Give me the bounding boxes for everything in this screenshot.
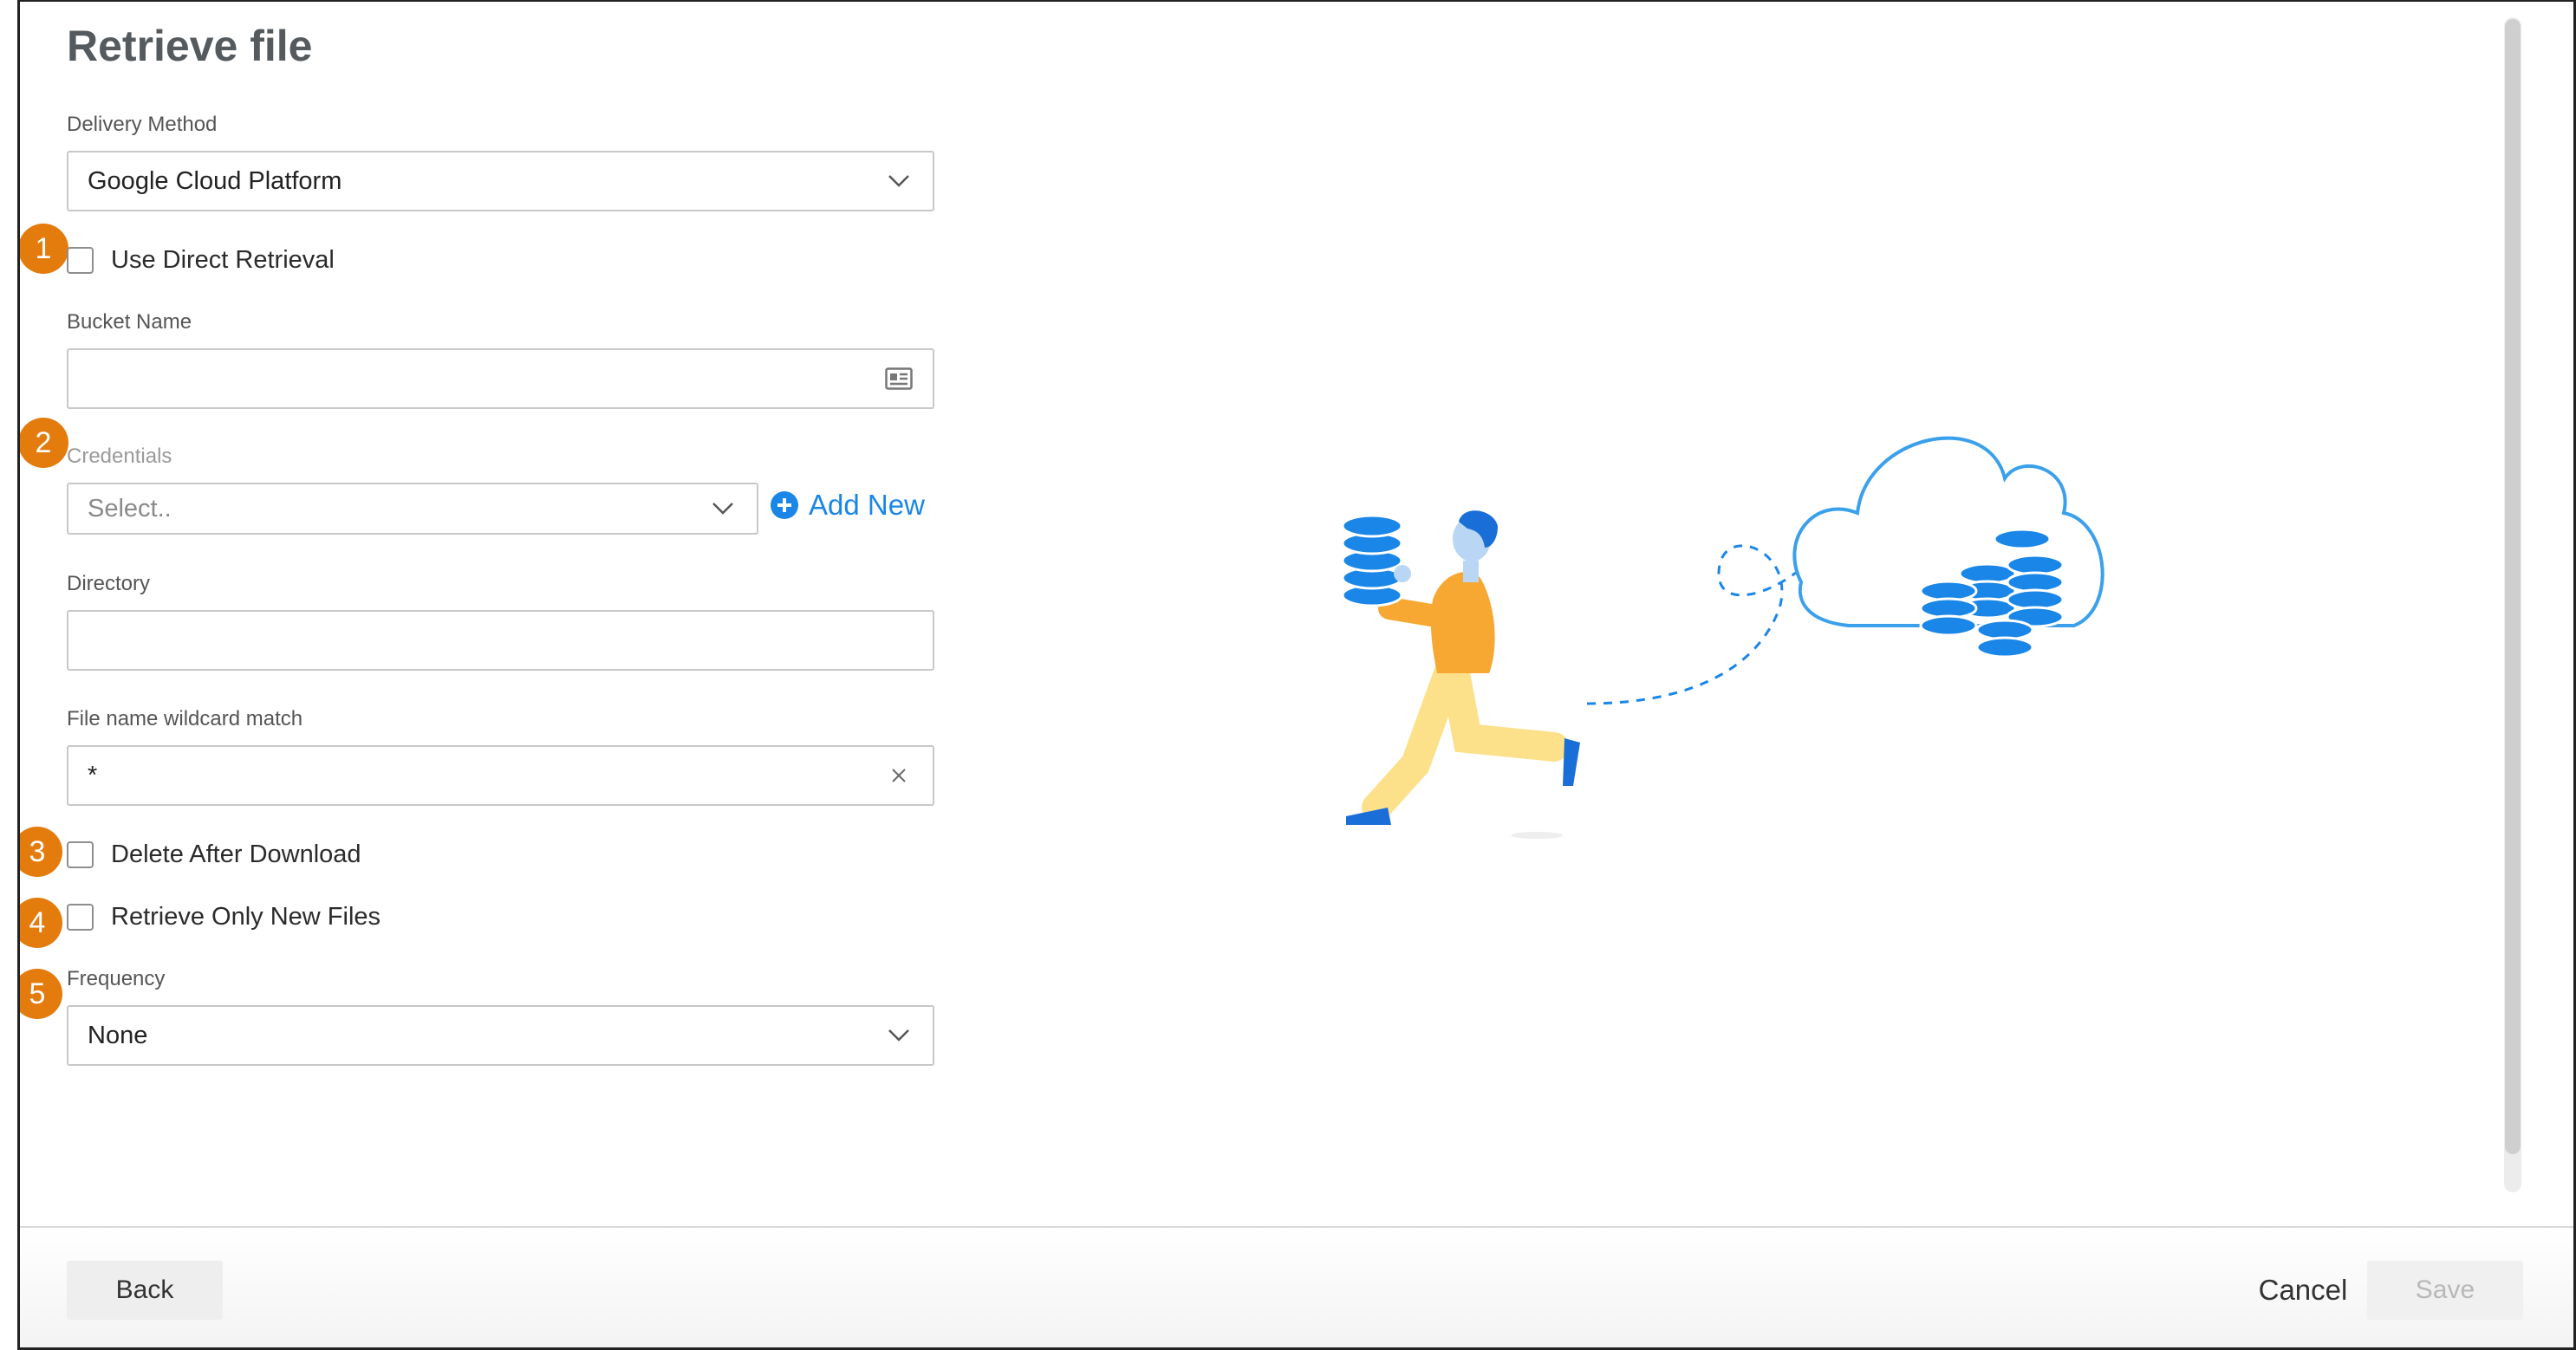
add-new-credentials-button[interactable]: Add New — [771, 489, 925, 522]
delivery-method-select[interactable]: Google Cloud Platform — [67, 151, 934, 211]
chevron-down-icon — [884, 1021, 914, 1050]
file-name-wildcard-input[interactable]: * — [67, 745, 934, 806]
callout-marker-2: 2 — [20, 418, 68, 468]
scrollbar-thumb[interactable] — [2505, 19, 2521, 1154]
frequency-value: None — [88, 1021, 148, 1049]
back-button[interactable]: Back — [67, 1261, 223, 1320]
retrieve-only-new-files-row[interactable]: Retrieve Only New Files — [67, 903, 381, 931]
contact-card-icon[interactable] — [884, 364, 914, 393]
retrieve-only-new-files-label: Retrieve Only New Files — [111, 903, 381, 931]
page-title: Retrieve file — [67, 22, 313, 70]
directory-label: Directory — [67, 572, 151, 595]
chevron-down-icon — [884, 166, 914, 196]
callout-marker-4: 4 — [20, 898, 62, 948]
directory-input[interactable] — [67, 610, 934, 671]
file-name-wildcard-value: * — [88, 761, 98, 789]
use-direct-retrieval-checkbox[interactable] — [67, 247, 94, 274]
save-button[interactable]: Save — [2367, 1261, 2523, 1320]
callout-marker-5: 5 — [20, 969, 62, 1019]
credentials-placeholder: Select.. — [88, 494, 172, 522]
callout-marker-3: 3 — [20, 827, 62, 877]
plus-circle-icon — [771, 491, 798, 519]
credentials-select[interactable]: Select.. — [67, 483, 758, 535]
add-new-label: Add New — [809, 489, 925, 521]
file-transfer-illustration — [1341, 436, 2104, 839]
clear-x-icon[interactable] — [884, 761, 914, 790]
dialog-footer: Back Cancel Save — [20, 1226, 2573, 1347]
frequency-select[interactable]: None — [67, 1005, 934, 1066]
use-direct-retrieval-row[interactable]: Use Direct Retrieval — [67, 246, 335, 275]
delete-after-download-label: Delete After Download — [111, 841, 361, 868]
retrieve-file-dialog: Retrieve file Delivery Method Google Clo… — [17, 0, 2576, 1350]
callout-marker-1: 1 — [20, 224, 68, 274]
delivery-method-value: Google Cloud Platform — [88, 166, 342, 195]
delete-after-download-row[interactable]: Delete After Download — [67, 841, 361, 869]
frequency-label: Frequency — [67, 967, 166, 990]
bucket-name-label: Bucket Name — [67, 310, 192, 334]
chevron-down-icon — [708, 494, 738, 523]
delete-after-download-checkbox[interactable] — [67, 841, 94, 868]
credentials-label: Credentials — [67, 445, 172, 468]
file-name-wildcard-label: File name wildcard match — [67, 707, 303, 730]
delivery-method-label: Delivery Method — [67, 113, 218, 136]
use-direct-retrieval-label: Use Direct Retrieval — [111, 246, 335, 274]
cancel-button[interactable]: Cancel — [2251, 1261, 2355, 1320]
bucket-name-input[interactable] — [67, 348, 934, 409]
retrieve-only-new-files-checkbox[interactable] — [67, 904, 94, 931]
